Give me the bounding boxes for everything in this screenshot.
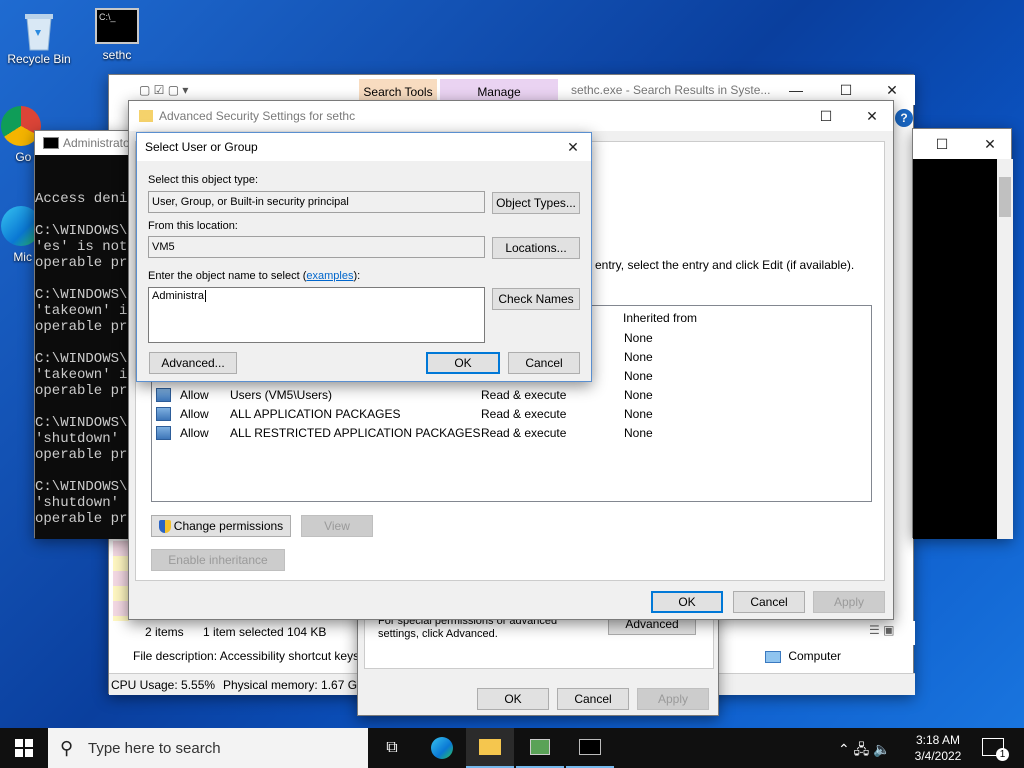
entry-inherited: None <box>624 350 653 364</box>
task-view-icon[interactable]: ⧉ <box>368 728 416 768</box>
entry-inherited: None <box>624 407 653 421</box>
ok-button[interactable]: OK <box>426 352 500 374</box>
maximize-button[interactable]: ☐ <box>919 129 965 159</box>
console-icon <box>43 137 59 149</box>
object-name-input[interactable]: Administra <box>148 287 485 343</box>
principal-icon <box>156 388 171 402</box>
select-user-dialog: Select User or Group ✕ Select this objec… <box>136 132 592 382</box>
cancel-button[interactable]: Cancel <box>733 591 805 613</box>
status-selected: 1 item selected 104 KB <box>203 625 327 639</box>
close-button[interactable]: ✕ <box>555 133 591 161</box>
advanced-security-titlebar: Advanced Security Settings for sethc ☐ ✕ <box>129 101 893 131</box>
entry-type: Allow <box>180 407 209 421</box>
task-manager-taskbar-icon[interactable] <box>516 728 564 768</box>
dialog-title: Select User or Group <box>145 140 258 154</box>
instructions-text: entry, select the entry and click Edit (… <box>595 258 855 272</box>
desktop-icon-recycle-bin[interactable]: Recycle Bin <box>4 8 74 66</box>
clock-date: 3/4/2022 <box>914 749 962 763</box>
windows-logo-icon <box>15 739 33 757</box>
edge-taskbar-icon[interactable] <box>418 728 466 768</box>
locations-button[interactable]: Locations... <box>492 237 580 259</box>
location-field: VM5 <box>148 236 485 258</box>
cmd-title: Administrato <box>63 136 130 150</box>
permission-entry-row[interactable]: Allow Users (VM5\Users) Read & execute None <box>156 386 866 405</box>
entry-inherited: None <box>624 331 653 345</box>
details-view-icon[interactable]: ☰ ▣ <box>869 623 894 637</box>
ok-button[interactable]: OK <box>651 591 723 613</box>
advanced-security-title: Advanced Security Settings for sethc <box>159 109 356 123</box>
console-window-right: ☐ ✕ <box>912 128 1013 539</box>
clock-time: 3:18 AM <box>915 733 961 747</box>
console-body <box>913 159 997 539</box>
notification-count: 1 <box>996 748 1009 761</box>
entry-principal: Users (VM5\Users) <box>230 388 333 402</box>
view-button: View <box>301 515 373 537</box>
entry-inherited: None <box>624 388 653 402</box>
folder-icon <box>139 110 153 122</box>
principal-icon <box>156 426 171 440</box>
enable-inheritance-button: Enable inheritance <box>151 549 285 571</box>
permission-entry-row[interactable]: Allow ALL RESTRICTED APPLICATION PACKAGES… <box>156 424 866 443</box>
object-name-label: Enter the object name to select (example… <box>148 270 361 282</box>
console-icon: C:\_ <box>95 8 139 44</box>
column-inherited-from[interactable]: Inherited from <box>623 311 697 325</box>
computer-icon <box>765 650 781 663</box>
check-names-button[interactable]: Check Names <box>492 288 580 310</box>
entry-inherited: None <box>624 369 653 383</box>
properties-window: For special permissions or advanced sett… <box>357 606 719 716</box>
clock[interactable]: 3:18 AM 3/4/2022 <box>908 732 968 764</box>
examples-link[interactable]: examples <box>306 270 353 282</box>
principal-icon <box>156 407 171 421</box>
entry-access: Read & execute <box>481 388 567 402</box>
status-items: 2 items <box>145 625 184 639</box>
desktop-icon-sethc[interactable]: C:\_ sethc <box>82 8 152 62</box>
location-label: From this location: <box>148 220 238 232</box>
shield-icon <box>158 520 171 534</box>
cmd-taskbar-icon[interactable] <box>566 728 614 768</box>
permission-entry-row[interactable]: Allow ALL APPLICATION PACKAGES Read & exec… <box>156 405 866 424</box>
object-types-button[interactable]: Object Types... <box>492 192 580 214</box>
apply-button: Apply <box>813 591 885 613</box>
maximize-button[interactable]: ☐ <box>803 101 849 131</box>
entry-type: Allow <box>180 388 209 402</box>
cpu-usage: CPU Usage: 5.55% <box>111 678 216 692</box>
computer-location[interactable]: Computer <box>765 649 841 663</box>
change-permissions-button[interactable]: Change permissions <box>151 515 291 537</box>
entry-principal: ALL APPLICATION PACKAGES <box>230 407 401 421</box>
file-explorer-taskbar-icon[interactable] <box>466 728 514 768</box>
entry-type: Allow <box>180 426 209 440</box>
desktop-icon-label: sethc <box>102 48 132 62</box>
file-description: File description: Accessibility shortcut… <box>133 649 360 663</box>
explorer-title: sethc.exe - Search Results in Syste... <box>571 83 771 97</box>
entry-access: Read & execute <box>481 407 567 421</box>
start-button[interactable] <box>0 728 48 768</box>
object-type-field: User, Group, or Built-in security princi… <box>148 191 485 213</box>
left-color-strip <box>113 541 129 631</box>
taskbar-search-box[interactable]: ⚲ Type here to search <box>48 728 368 768</box>
physical-memory: Physical memory: 1.67 GE <box>223 678 366 692</box>
advanced-button[interactable]: Advanced... <box>149 352 237 374</box>
notification-icon[interactable]: 1 <box>982 738 1009 761</box>
recycle-bin-icon <box>19 8 59 51</box>
select-user-titlebar: Select User or Group ✕ <box>137 133 591 161</box>
close-button[interactable]: ✕ <box>967 129 1013 159</box>
close-button[interactable]: ✕ <box>849 101 895 131</box>
search-placeholder: Type here to search <box>88 740 221 757</box>
help-icon[interactable]: ? <box>895 109 913 127</box>
desktop-icon-label: Recycle Bin <box>7 52 71 66</box>
apply-button: Apply <box>637 688 709 710</box>
object-type-label: Select this object type: <box>148 174 259 186</box>
entry-inherited: None <box>624 426 653 440</box>
entry-principal: ALL RESTRICTED APPLICATION PACKAGES <box>230 426 481 440</box>
taskbar: ⚲ Type here to search ⧉ ⌃ 🖧 🔈 3:18 AM 3/… <box>0 728 1024 768</box>
ok-button[interactable]: OK <box>477 688 549 710</box>
text-cursor <box>204 290 206 302</box>
entry-access: Read & execute <box>481 426 567 440</box>
cancel-button[interactable]: Cancel <box>508 352 580 374</box>
quick-access-icons[interactable]: ▢ ☑ ▢ ▾ <box>139 83 188 97</box>
tray-icons[interactable]: ⌃ 🖧 🔈 <box>838 739 891 763</box>
search-icon: ⚲ <box>60 738 74 758</box>
cancel-button[interactable]: Cancel <box>557 688 629 710</box>
scrollbar[interactable] <box>997 159 1013 539</box>
